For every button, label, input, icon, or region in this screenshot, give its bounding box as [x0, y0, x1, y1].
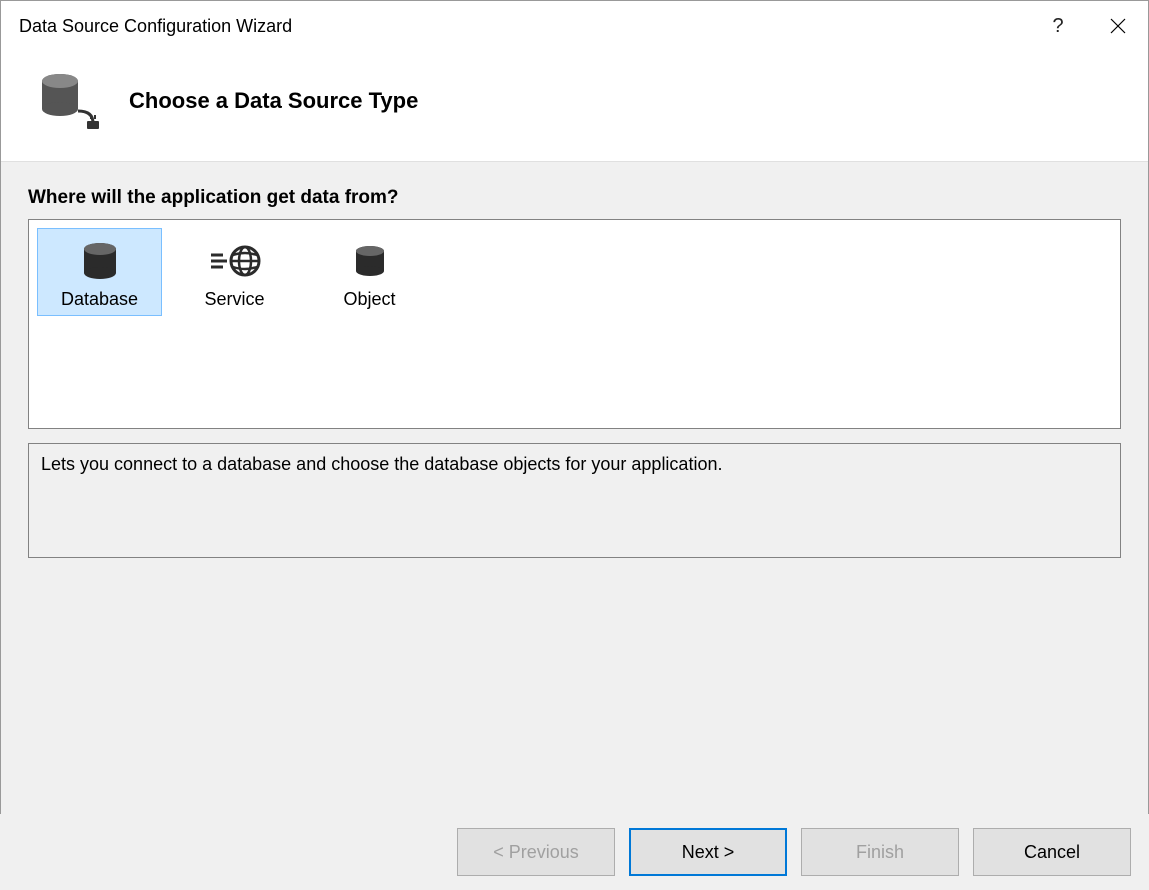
- wizard-footer: < Previous Next > Finish Cancel: [0, 814, 1149, 890]
- database-icon: [80, 239, 120, 283]
- option-label: Database: [61, 289, 138, 310]
- option-database[interactable]: Database: [37, 228, 162, 316]
- object-icon: [352, 239, 388, 283]
- wizard-content: Where will the application get data from…: [1, 161, 1148, 877]
- window-title: Data Source Configuration Wizard: [19, 16, 1028, 37]
- database-plug-icon: [31, 71, 111, 131]
- cancel-button[interactable]: Cancel: [973, 828, 1131, 876]
- wizard-header: Choose a Data Source Type: [1, 51, 1148, 161]
- description-panel: Lets you connect to a database and choos…: [28, 443, 1121, 558]
- service-icon: [209, 239, 261, 283]
- finish-button[interactable]: Finish: [801, 828, 959, 876]
- next-button[interactable]: Next >: [629, 828, 787, 876]
- close-icon: [1110, 18, 1126, 34]
- close-button[interactable]: [1088, 1, 1148, 51]
- prompt-text: Where will the application get data from…: [28, 187, 1121, 209]
- description-text: Lets you connect to a database and choos…: [41, 454, 722, 474]
- help-button[interactable]: ?: [1028, 1, 1088, 51]
- help-icon: ?: [1052, 15, 1063, 38]
- option-label: Object: [343, 289, 395, 310]
- option-object[interactable]: Object: [307, 228, 432, 316]
- option-service[interactable]: Service: [172, 228, 297, 316]
- option-label: Service: [204, 289, 264, 310]
- wizard-step-title: Choose a Data Source Type: [129, 88, 418, 114]
- data-source-options: Database Service: [28, 219, 1121, 429]
- previous-button[interactable]: < Previous: [457, 828, 615, 876]
- titlebar: Data Source Configuration Wizard ?: [1, 1, 1148, 51]
